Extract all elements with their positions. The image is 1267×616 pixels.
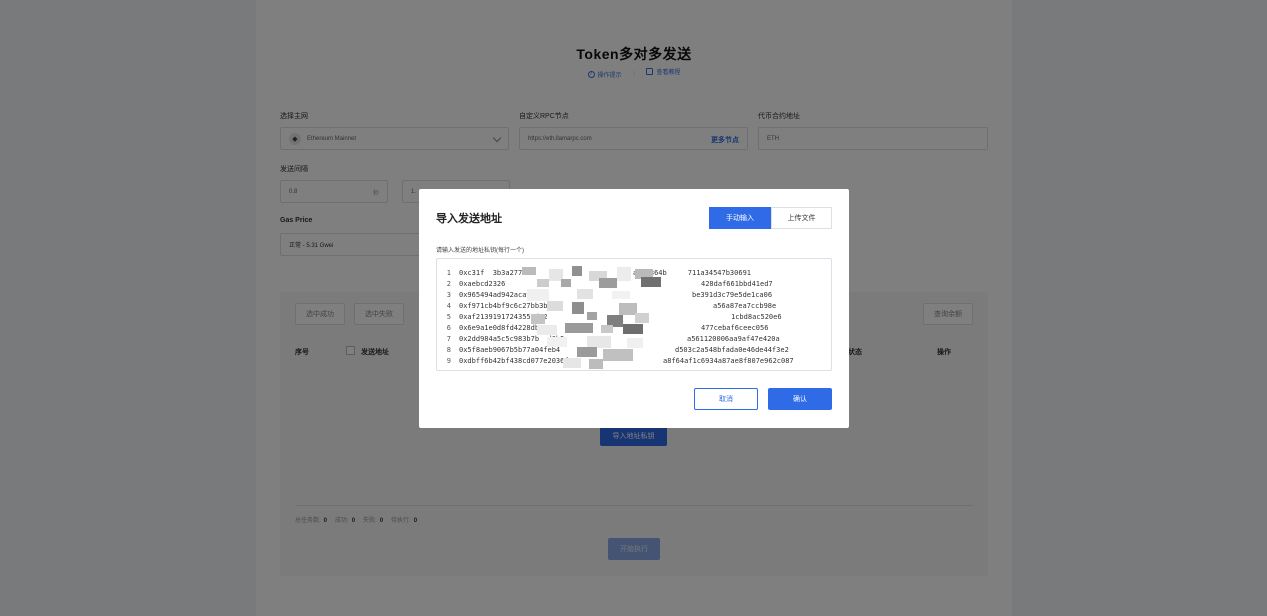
line-text-right: 477cebaf6ceec056 xyxy=(701,324,769,332)
redaction-mosaic xyxy=(522,266,661,369)
line-number: 4 xyxy=(446,302,451,310)
line-number: 6 xyxy=(446,324,451,332)
line-text-right: 428daf661bbd41ed7 xyxy=(701,280,773,288)
editor-line-right: a56a87ea7ccb98e xyxy=(713,301,776,312)
line-number: 9 xyxy=(446,357,451,365)
input-label: 请输入发送的地址私钥(每行一个) xyxy=(436,248,524,254)
editor-line: 2 0xaebcd2326 xyxy=(437,279,506,290)
editor-line-right: d503c2a548bfada0e46de44f3e2 xyxy=(675,345,789,356)
line-text-right: a8f64af1c6934a87ae8f807e962c087 xyxy=(663,357,794,365)
line-number: 3 xyxy=(446,291,451,299)
editor-line-right: a561120006aa9af47e420a xyxy=(687,334,780,345)
editor-line-right: 1cbd8ac520e6 xyxy=(731,312,782,323)
line-number: 1 xyxy=(446,269,451,277)
line-number: 5 xyxy=(446,313,451,321)
line-number: 2 xyxy=(446,280,451,288)
private-key-textarea[interactable]: 1 0xc31f 3b3a2774 a544364b 711a34547b3069… xyxy=(436,258,832,371)
modal-title: 导入发送地址 xyxy=(436,213,502,225)
editor-line-right: 477cebaf6ceec056 xyxy=(701,323,768,334)
line-number: 8 xyxy=(446,346,451,354)
editor-line: 1 0xc31f 3b3a2774 xyxy=(437,268,527,279)
tab-manual-input[interactable]: 手动输入 xyxy=(709,207,771,229)
cancel-button[interactable]: 取消 xyxy=(694,388,758,410)
line-number: 7 xyxy=(446,335,451,343)
editor-line-right: be391d3c79e5de1ca06 xyxy=(692,290,772,301)
tab-upload-file[interactable]: 上传文件 xyxy=(771,207,832,229)
line-text-right: d503c2a548bfada0e46de44f3e2 xyxy=(675,346,789,354)
line-text-right: 1cbd8ac520e6 xyxy=(731,313,782,321)
line-text-left: 0xaebcd2326 xyxy=(459,280,506,288)
import-modal: 导入发送地址 手动输入 上传文件 请输入发送的地址私钥(每行一个) 1 0xc31… xyxy=(419,189,849,428)
confirm-button[interactable]: 确认 xyxy=(768,388,832,410)
line-text-right: be391d3c79e5de1ca06 xyxy=(692,291,773,299)
editor-line-right: 428daf661bbd41ed7 xyxy=(701,279,773,290)
editor-line-right: a8f64af1c6934a87ae8f807e962c087 xyxy=(663,356,794,367)
line-text-right: a561120006aa9af47e420a xyxy=(687,335,780,343)
line-text-right: a56a87ea7ccb98e xyxy=(713,302,777,310)
